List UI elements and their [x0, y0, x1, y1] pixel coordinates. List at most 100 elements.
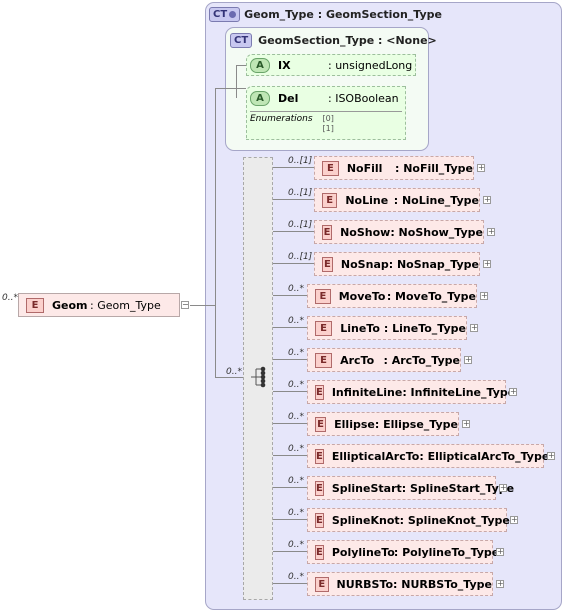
element-icon: E [315, 480, 324, 496]
attribute-icon: A [250, 57, 270, 73]
connector-line [273, 551, 307, 552]
occurrence-label: 0..* [288, 476, 304, 486]
attribute-icon: A [250, 90, 270, 106]
element-type: : MoveTo_Type [386, 289, 476, 303]
element-type: : EllipticalArcTo_Type [419, 449, 550, 463]
element-name: NoSnap [340, 257, 389, 271]
element-name: ArcTo [340, 353, 375, 367]
attribute-del[interactable]: A Del : ISOBoolean Enumerations [0] [1] [246, 86, 406, 140]
connector-line [273, 423, 307, 424]
element-icon: E [322, 256, 333, 272]
element-polylineto[interactable]: E PolylineTo: PolylineTo_Type [307, 540, 499, 564]
enum-value: [1] [322, 124, 334, 133]
complex-type-icon: CT [230, 33, 253, 48]
element-icon: E [26, 297, 44, 313]
element-infiniteline[interactable]: E InfiniteLine: InfiniteLine_Type [307, 380, 515, 404]
connector-line [273, 295, 307, 296]
occurrence-label: 0..* [288, 508, 304, 518]
connector-line [215, 88, 246, 89]
connector-line [273, 487, 307, 488]
element-splineknot[interactable]: E SplineKnot: SplineKnot_Type [307, 508, 510, 532]
element-name: LineTo [340, 321, 380, 335]
geomsection-type-title: GeomSection_Type : <None> [258, 34, 437, 47]
element-type: : NoFill_Type [394, 161, 473, 175]
connector-line [273, 167, 314, 168]
connector-line [215, 377, 243, 378]
enumeration-values: [0] [1] [323, 114, 334, 134]
element-icon: E [322, 192, 338, 208]
element-nofill[interactable]: E NoFill: NoFill_Type [314, 156, 474, 180]
expand-button[interactable]: + [483, 196, 491, 204]
occurrence-label: 0..* [288, 348, 304, 358]
element-type: : NURBSTo_Type [393, 577, 492, 591]
element-type: : PolylineTo_Type [393, 545, 500, 559]
expand-button[interactable]: + [509, 388, 517, 396]
enumerations-label: Enumerations [250, 114, 313, 124]
geom-type-title: Geom_Type : GeomSection_Type [244, 8, 442, 21]
expand-button[interactable]: + [547, 452, 555, 460]
expand-button[interactable]: + [477, 164, 485, 172]
attribute-type: : ISOBoolean [328, 91, 399, 105]
element-name: NURBSTo [336, 577, 394, 591]
attribute-name: IX [278, 58, 291, 72]
element-nurbsto[interactable]: E NURBSTo: NURBSTo_Type [307, 572, 493, 596]
connector-line [273, 231, 314, 232]
element-arcto[interactable]: E ArcTo: ArcTo_Type [307, 348, 461, 372]
expand-button[interactable]: + [462, 420, 470, 428]
element-type: : InfiniteLine_Type [402, 385, 516, 399]
expand-button[interactable]: + [499, 484, 507, 492]
occurrence-label: 0..* [288, 444, 304, 454]
element-noshow[interactable]: E NoShow: NoShow_Type [314, 220, 484, 244]
element-name: SplineKnot [331, 513, 400, 527]
expand-button[interactable]: + [496, 580, 504, 588]
expand-button[interactable]: + [510, 516, 518, 524]
element-type: : NoSnap_Type [388, 257, 479, 271]
occurrence-label: 0..* [288, 380, 304, 390]
element-name: InfiniteLine [331, 385, 403, 399]
collapse-button[interactable]: − [181, 301, 189, 309]
element-icon: E [315, 288, 331, 304]
occurrence-label: 0..[1] [288, 252, 313, 262]
connector-line [273, 391, 307, 392]
element-icon: E [315, 384, 324, 400]
element-name: Ellipse [334, 417, 375, 431]
element-icon: E [315, 448, 324, 464]
occurrence-label: 0..[1] [288, 220, 313, 230]
expand-button[interactable]: + [464, 356, 472, 364]
connector-line [273, 583, 307, 584]
geomsection-type-header: CT GeomSection_Type : <None> [230, 33, 437, 48]
element-ellipse[interactable]: E Ellipse: Ellipse_Type [307, 412, 459, 436]
root-element-geom[interactable]: E Geom : Geom_Type [18, 293, 180, 317]
element-nosnap[interactable]: E NoSnap: NoSnap_Type [314, 252, 480, 276]
element-name: PolylineTo [331, 545, 395, 559]
connector-line [236, 65, 246, 66]
element-type: : ArcTo_Type [383, 353, 461, 367]
element-type: : LineTo_Type [383, 321, 466, 335]
expand-button[interactable]: + [480, 292, 488, 300]
expand-button[interactable]: + [487, 228, 495, 236]
element-icon: E [322, 224, 333, 240]
element-icon: E [322, 160, 339, 176]
connector-line [190, 305, 216, 306]
element-type: : NoLine_Type [393, 193, 479, 207]
expand-button[interactable]: + [470, 324, 478, 332]
element-lineto[interactable]: E LineTo: LineTo_Type [307, 316, 467, 340]
attribute-name: Del [278, 91, 299, 105]
connector-line [273, 327, 307, 328]
connector-line [273, 199, 314, 200]
occurrence-label: 0..[1] [288, 188, 313, 198]
connector-line [215, 88, 216, 378]
element-splinestart[interactable]: E SplineStart: SplineStart_Type [307, 476, 514, 500]
occurrence-label: 0..* [288, 316, 304, 326]
element-type: : Ellipse_Type [374, 417, 458, 431]
attribute-ix[interactable]: A IX : unsignedLong [246, 54, 416, 76]
occurrence-label: 0..* [2, 293, 18, 303]
element-ellipticalarcto[interactable]: E EllipticalArcTo: EllipticalArcTo_Type [307, 444, 549, 468]
element-moveto[interactable]: E MoveTo: MoveTo_Type [307, 284, 477, 308]
element-noline[interactable]: E NoLine: NoLine_Type [314, 188, 480, 212]
expand-button[interactable]: + [483, 260, 491, 268]
connector-line [273, 455, 307, 456]
expand-button[interactable]: + [496, 548, 504, 556]
occurrence-label: 0..* [288, 412, 304, 422]
element-name: MoveTo [338, 289, 386, 303]
